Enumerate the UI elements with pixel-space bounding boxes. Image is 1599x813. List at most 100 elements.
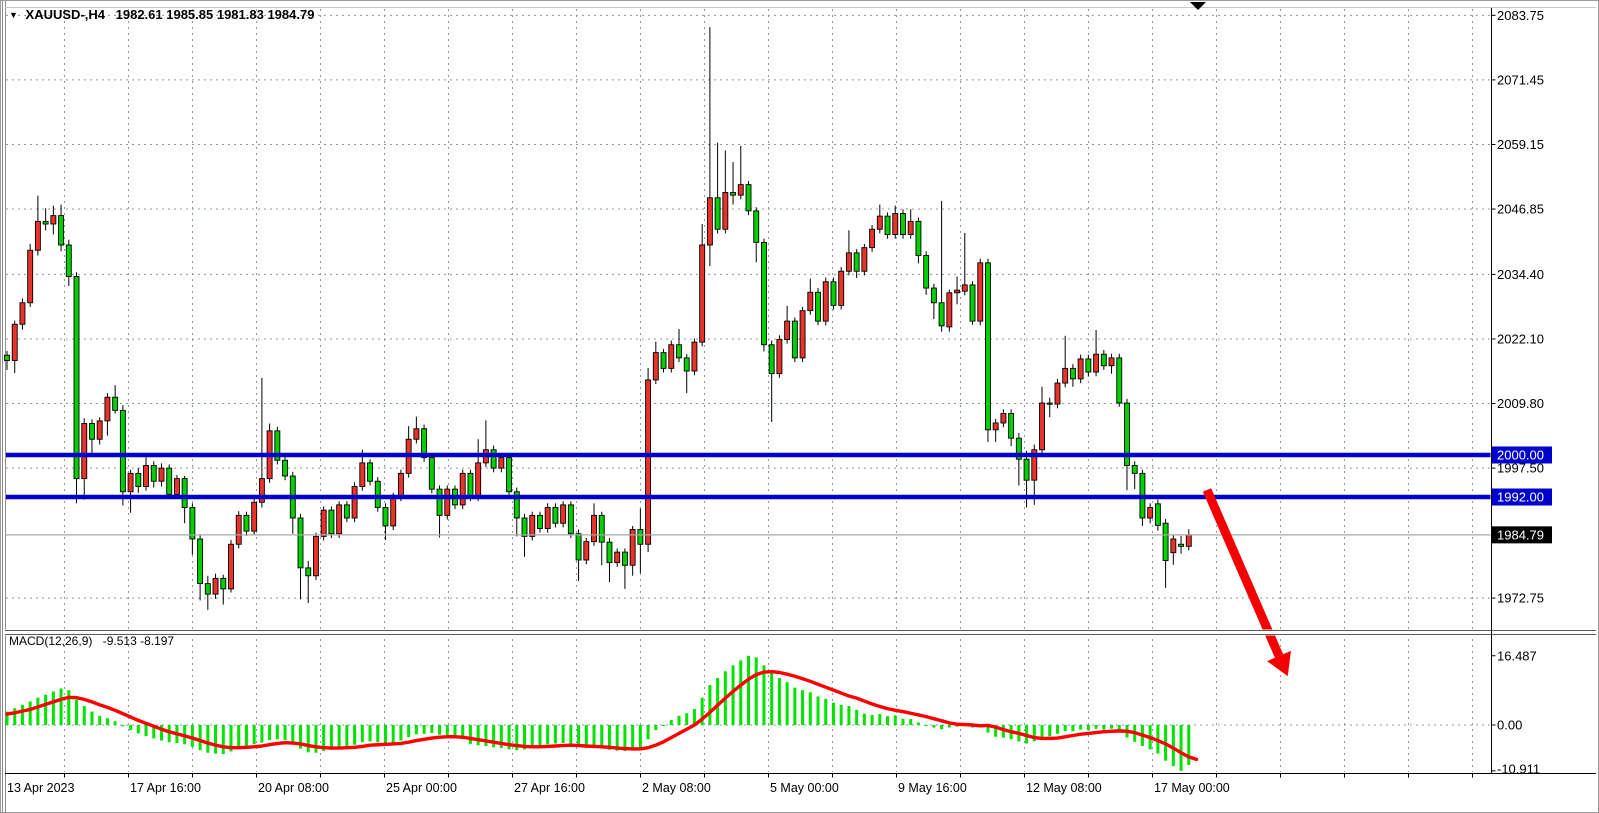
macd-axis-label[interactable]: 0.00: [1497, 718, 1522, 733]
price-axis-label[interactable]: 2034.40: [1497, 267, 1544, 282]
candle-bullish: [51, 216, 56, 224]
candle-bearish: [924, 256, 929, 289]
candle-bullish: [545, 508, 550, 529]
macd-histogram-bar: [338, 725, 341, 748]
candle-bearish: [537, 515, 542, 528]
macd-histogram-bar: [237, 725, 240, 748]
time-axis-label[interactable]: 17 May 00:00: [1154, 781, 1230, 795]
price-axis-label[interactable]: 2083.75: [1497, 8, 1544, 23]
time-axis-label[interactable]: 9 May 16:00: [898, 781, 967, 795]
time-axis-label[interactable]: 17 Apr 16:00: [130, 781, 201, 795]
candle-bearish: [66, 245, 71, 277]
candle-bearish: [715, 198, 720, 230]
candle-bearish: [59, 216, 64, 245]
candle-bullish: [700, 245, 705, 342]
macd-histogram-bar: [917, 722, 920, 725]
macd-values-label: -9.513 -8.197: [103, 634, 174, 648]
candle-bearish: [939, 303, 944, 326]
candle-bearish: [599, 515, 604, 542]
price-axis-label[interactable]: 2071.45: [1497, 72, 1544, 87]
candle-bearish: [43, 221, 48, 224]
price-axis-label[interactable]: 2046.85: [1497, 202, 1544, 217]
macd-histogram-bar: [1079, 725, 1082, 730]
candle-bearish: [1132, 466, 1137, 474]
macd-histogram-bar: [29, 701, 32, 725]
macd-histogram-bar: [531, 725, 534, 748]
time-axis-label[interactable]: 20 Apr 08:00: [258, 781, 329, 795]
macd-histogram-bar: [755, 657, 758, 725]
time-axis-label[interactable]: 2 May 08:00: [642, 781, 711, 795]
time-axis-label[interactable]: 5 May 00:00: [770, 781, 839, 795]
macd-axis-label[interactable]: 16.487: [1497, 648, 1537, 663]
macd-axis-label[interactable]: -10.911: [1497, 762, 1540, 777]
candle-bullish: [352, 487, 357, 519]
macd-histogram-bar: [13, 708, 16, 725]
candle-bearish: [1070, 368, 1075, 379]
macd-histogram-bar: [44, 695, 47, 725]
candle-bearish: [298, 518, 303, 568]
candle-bullish: [561, 505, 566, 523]
macd-histogram-bar: [369, 725, 372, 741]
candle-bullish: [947, 293, 952, 327]
macd-histogram-bar: [145, 725, 148, 736]
candle-bullish: [97, 421, 102, 439]
macd-histogram-bar: [245, 725, 248, 746]
candle-bullish: [846, 253, 851, 271]
candle-bullish: [646, 380, 651, 544]
candle-bullish: [530, 515, 535, 536]
candle-bullish: [1001, 414, 1006, 423]
macd-histogram-bar: [732, 665, 735, 725]
candle-bullish: [228, 544, 233, 589]
candle-bullish: [592, 515, 597, 541]
macd-signal-line: [7, 672, 1196, 760]
macd-histogram-bar: [901, 719, 904, 725]
price-axis-label[interactable]: 2022.10: [1497, 331, 1544, 346]
candle-bearish: [761, 242, 766, 344]
time-axis-label[interactable]: 12 May 08:00: [1026, 781, 1102, 795]
candle-bullish: [445, 489, 450, 515]
candle-bearish: [684, 358, 689, 371]
price-axis-label[interactable]: 1972.75: [1497, 591, 1544, 606]
price-chart-canvas[interactable]: 2083.75 2071.45 2059.15 2046.85 2034.40 2022.…: [1, 1, 1599, 813]
level-price-tag-label: 1992.00: [1497, 490, 1544, 505]
chevron-down-icon[interactable]: ▼: [9, 10, 18, 20]
candle-bullish: [584, 542, 589, 560]
candle-bearish: [329, 510, 334, 534]
chart-shift-marker-icon[interactable]: [1190, 2, 1206, 10]
candle-bearish: [792, 321, 797, 358]
candle-bullish: [1109, 358, 1114, 366]
candle-bearish: [507, 458, 512, 492]
time-axis-label[interactable]: 13 Apr 2023: [7, 781, 74, 795]
candle-bearish: [1024, 459, 1029, 480]
candle-bearish: [182, 479, 187, 508]
candle-bullish: [398, 473, 403, 497]
macd-histogram-bar: [453, 725, 456, 736]
macd-histogram-bar: [67, 690, 70, 725]
macd-histogram-bar: [376, 725, 379, 742]
macd-histogram-bar: [832, 703, 835, 725]
price-axis-label[interactable]: 2009.80: [1497, 396, 1544, 411]
macd-histogram-bar: [786, 682, 789, 725]
macd-histogram-bar: [677, 716, 680, 725]
candle-bullish: [159, 468, 164, 481]
time-axis-label[interactable]: 25 Apr 00:00: [386, 781, 457, 795]
macd-histogram-bar: [60, 688, 63, 725]
candle-bearish: [383, 508, 388, 526]
level-price-tag-label: 2000.00: [1497, 448, 1544, 463]
macd-histogram-bar: [191, 725, 194, 747]
candle-bearish: [368, 463, 373, 481]
macd-histogram-bar: [1041, 725, 1044, 738]
candle-bullish: [414, 429, 419, 440]
candle-bearish: [1009, 414, 1014, 439]
time-axis-label[interactable]: 27 Apr 16:00: [514, 781, 585, 795]
candle-bearish: [205, 584, 210, 595]
candle-bearish: [221, 578, 226, 589]
candle-bullish: [236, 515, 241, 544]
macd-histogram-bar: [469, 725, 472, 744]
candle-bearish: [754, 211, 759, 243]
macd-histogram-bar: [770, 673, 773, 725]
macd-histogram-bar: [90, 712, 93, 725]
price-axis-label[interactable]: 2059.15: [1497, 137, 1544, 152]
candle-bearish: [985, 263, 990, 430]
macd-histogram-bar: [446, 725, 449, 735]
